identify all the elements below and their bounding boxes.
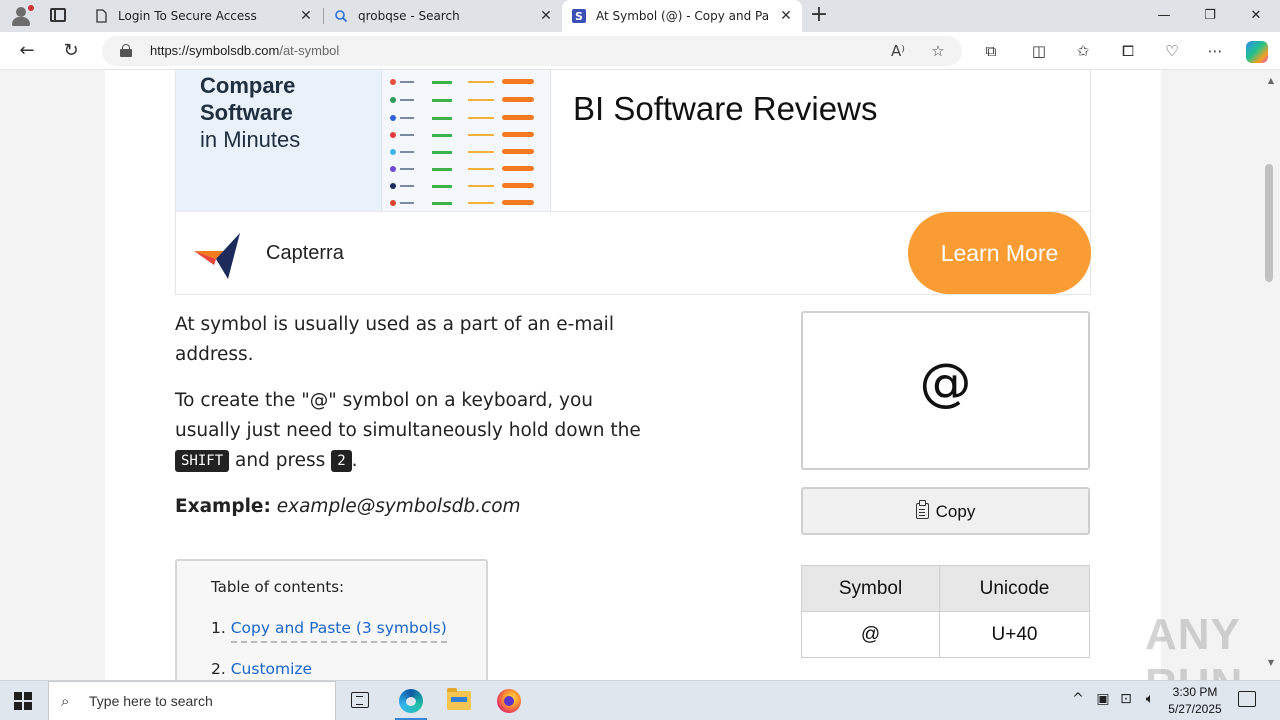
tab-login[interactable]: Login To Secure Access ✕ [84, 0, 322, 32]
clock-time: 3:30 PM [1172, 685, 1218, 699]
page-icon [96, 9, 107, 23]
table-cell: U+40 [939, 611, 1090, 658]
firefox-icon [497, 689, 521, 713]
firefox-taskbar-button[interactable] [485, 681, 533, 720]
file-explorer-taskbar-button[interactable] [435, 681, 483, 720]
table-row: @ U+40 [801, 611, 1090, 658]
capterra-brand-name: Capterra [266, 242, 344, 264]
taskbar-search-placeholder[interactable]: Type here to search [89, 693, 213, 709]
article-body: At symbol is usually used as a part of a… [175, 310, 655, 522]
tray-device-icon[interactable]: ▣ [1093, 691, 1113, 707]
profile-avatar-icon[interactable] [10, 5, 34, 27]
taskbar-clock[interactable]: 3:30 PM 5/27/2025 [1160, 684, 1230, 718]
favorite-star-icon[interactable]: ☆ [928, 41, 948, 61]
page-content: Compare Software in Minutes BI Software … [105, 70, 1242, 680]
copy-button[interactable]: Copy [801, 487, 1090, 535]
split-screen-icon[interactable]: ◫ [1029, 41, 1049, 61]
tab-at-symbol[interactable]: S At Symbol (@) - Copy and Paste ✕ [562, 0, 802, 32]
read-aloud-icon[interactable]: A⁾ [888, 41, 908, 61]
symbol-info-table: Symbol Unicode @ U+40 [801, 565, 1090, 658]
ad-headline: Compare Software in Minutes [200, 73, 301, 152]
lock-icon[interactable] [120, 44, 132, 57]
page-viewport: Compare Software in Minutes BI Software … [0, 70, 1280, 680]
edge-icon [399, 689, 423, 713]
volume-icon[interactable]: 🔈︎ [1140, 691, 1160, 707]
table-header-row: Symbol Unicode [801, 565, 1090, 612]
example-value: example@symbolsdb.com [276, 496, 521, 517]
two-key: 2 [331, 450, 352, 472]
tray-chevron-icon[interactable]: ^ [1068, 691, 1088, 707]
keyboard-paragraph: To create the "@" symbol on a keyboard, … [175, 390, 641, 472]
task-view-button[interactable] [336, 681, 384, 720]
toc-item: 1. Copy and Paste (3 symbols) [211, 619, 447, 643]
table-cell: @ [801, 611, 940, 658]
ad-title[interactable]: BI Software Reviews [573, 90, 877, 128]
windows-start-icon[interactable] [14, 692, 32, 710]
extensions-icon[interactable]: ⧉ [981, 41, 1001, 61]
clock-date: 5/27/2025 [1168, 702, 1222, 716]
minimize-button[interactable]: — [1141, 0, 1187, 32]
browser-essentials-icon[interactable]: ♡ [1162, 41, 1182, 61]
tab-title: Login To Secure Access [118, 9, 257, 23]
notifications-icon[interactable] [1238, 691, 1256, 707]
network-icon[interactable]: ⊡ [1116, 691, 1136, 707]
scroll-down-icon[interactable]: ▼ [1266, 658, 1276, 668]
address-bar[interactable]: https://symbolsdb.com/at-symbol A⁾ ☆ [102, 36, 962, 66]
learn-more-button[interactable]: Learn More [908, 212, 1091, 294]
table-header: Symbol [801, 565, 940, 612]
search-icon: ⌕ [61, 692, 70, 710]
new-tab-icon[interactable]: + [808, 4, 830, 26]
shift-key: SHIFT [175, 450, 230, 472]
more-options-icon[interactable]: ⋯ [1205, 41, 1225, 61]
browser-toolbar: ← ↻ https://symbolsdb.com/at-symbol A⁾ ☆… [0, 32, 1280, 70]
taskbar-search-box[interactable]: ⌕ Type here to search [48, 681, 336, 720]
copilot-icon[interactable] [1246, 41, 1268, 63]
toc-title: Table of contents: [211, 578, 345, 596]
edge-taskbar-button[interactable] [387, 681, 435, 720]
back-icon[interactable]: ← [14, 38, 40, 64]
favorites-icon[interactable]: ✩ [1073, 41, 1093, 61]
scroll-up-icon[interactable]: ▲ [1266, 76, 1276, 86]
scroll-thumb[interactable] [1265, 164, 1273, 282]
toc-item: 2. Customize [211, 660, 313, 678]
capterra-logo-icon [194, 233, 240, 279]
advertisement[interactable]: Compare Software in Minutes BI Software … [175, 70, 1091, 295]
toc-link-copy-paste[interactable]: Copy and Paste (3 symbols) [230, 619, 447, 643]
windows-taskbar: ⌕ Type here to search ^ ▣ ⊡ 🔈︎ 3:30 PM 5… [0, 680, 1280, 720]
refresh-icon[interactable]: ↻ [58, 38, 84, 64]
table-header: Unicode [939, 565, 1090, 612]
clipboard-icon [915, 500, 929, 519]
tab-close-icon[interactable]: ✕ [298, 8, 314, 24]
url-text[interactable]: https://symbolsdb.com/at-symbol [150, 43, 339, 58]
vertical-scrollbar[interactable]: ▲ ▼ [1262, 70, 1280, 680]
tab-title: qrobqse - Search [358, 9, 460, 23]
anyrun-watermark: ANY RUN [1145, 610, 1242, 680]
tab-title: At Symbol (@) - Copy and Paste [596, 9, 768, 23]
intro-paragraph: At symbol is usually used as a part of a… [175, 314, 614, 365]
browser-tab-bar: Login To Secure Access ✕ qrobqse - Searc… [0, 0, 1280, 32]
table-of-contents: Table of contents: 1. Copy and Paste (3 … [175, 559, 488, 680]
toc-link-customize[interactable]: Customize [231, 660, 312, 678]
folder-icon [447, 688, 471, 710]
collections-icon[interactable]: ⧠ [1118, 41, 1138, 61]
tab-close-icon[interactable]: ✕ [538, 8, 554, 24]
restore-button[interactable]: ❐ [1187, 0, 1233, 32]
search-icon [335, 10, 348, 23]
symbolsdb-favicon-icon: S [572, 9, 586, 23]
tab-actions-icon[interactable] [50, 8, 66, 22]
symbol-char: @ [919, 353, 972, 413]
close-window-button[interactable]: ✕ [1233, 0, 1279, 32]
svg-text:S: S [575, 10, 583, 23]
symbol-preview[interactable]: @ [801, 311, 1090, 470]
tab-search[interactable]: qrobqse - Search ✕ [324, 0, 562, 32]
tab-close-icon[interactable]: ✕ [778, 8, 794, 24]
ad-product-screenshot [381, 70, 551, 211]
task-view-icon [351, 692, 369, 708]
example-line: Example: example@symbolsdb.com [175, 496, 521, 517]
ad-promo-panel: Compare Software in Minutes [176, 70, 381, 211]
